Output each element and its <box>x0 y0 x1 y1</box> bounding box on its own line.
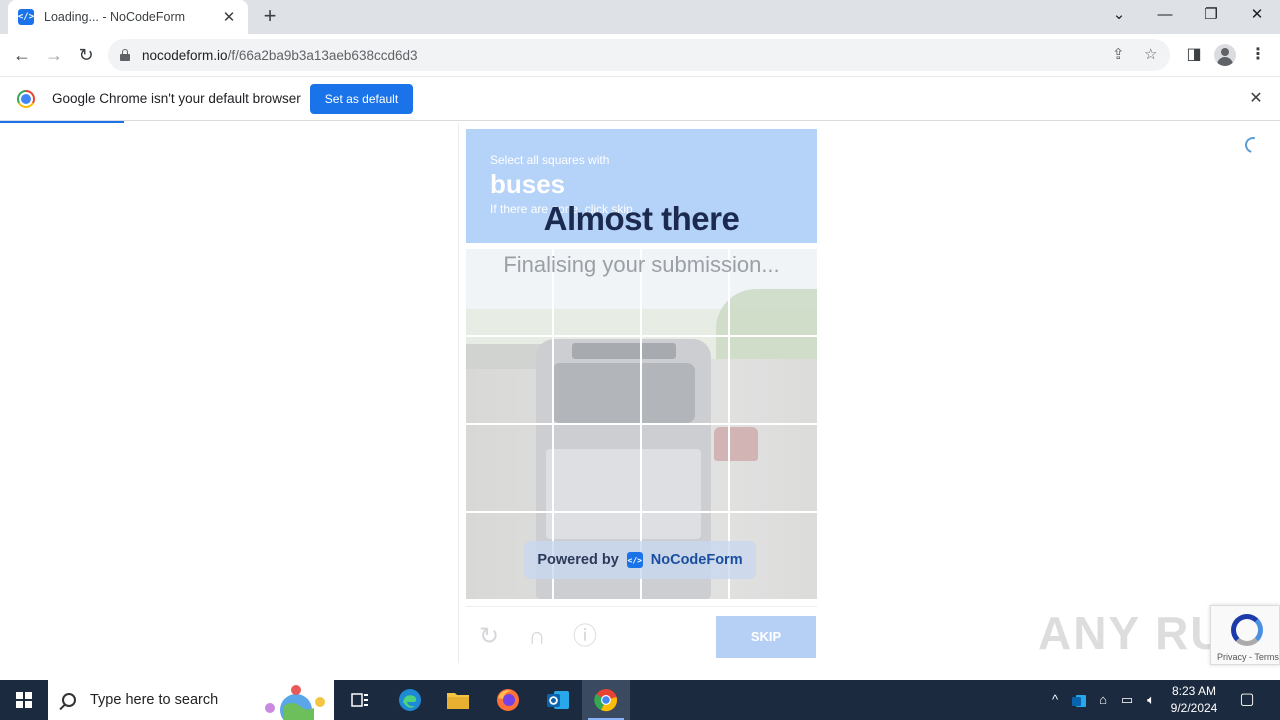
nocodeform-favicon-icon: </> <box>18 9 34 25</box>
tray-device-icon[interactable]: ⌂ <box>1094 680 1112 720</box>
captcha-target-word: buses <box>490 169 566 199</box>
tab-close-icon[interactable]: ✕ <box>220 8 238 26</box>
minimize-icon[interactable]: — <box>1142 0 1188 30</box>
overlay-heading: Almost there <box>543 200 740 237</box>
skip-button[interactable]: SKIP <box>716 616 816 658</box>
nocodeform-logo-icon: </> <box>626 552 643 568</box>
refresh-icon[interactable]: ↻ <box>474 622 504 652</box>
recaptcha-badge[interactable]: Privacy - Terms <box>1210 605 1280 665</box>
file-explorer-icon[interactable] <box>434 680 482 720</box>
new-tab-button[interactable]: + <box>258 4 282 28</box>
profile-icon[interactable] <box>1214 44 1236 66</box>
notifications-icon[interactable]: ▢ <box>1236 680 1258 720</box>
search-placeholder: Type here to search <box>90 692 219 708</box>
edge-icon[interactable] <box>386 680 434 720</box>
recaptcha-logo-icon <box>1231 614 1263 646</box>
tab-strip: </> Loading... - NoCodeForm ✕ + ⌄ — ❐ ✕ <box>0 0 1280 34</box>
powered-by-label: Powered by <box>537 552 619 568</box>
kebab-menu-icon[interactable]: ⋮ <box>1244 41 1272 69</box>
grid-line <box>466 423 817 425</box>
browser-tab[interactable]: </> Loading... - NoCodeForm ✕ <box>8 0 248 34</box>
star-icon[interactable]: ☆ <box>1144 39 1157 71</box>
sidepanel-icon[interactable]: ◨ <box>1180 41 1208 69</box>
tab-search-chevron-down-icon[interactable]: ⌄ <box>1096 0 1142 30</box>
address-bar[interactable]: nocodeform.io/f/66a2ba9b3a13aeb638ccd6d3… <box>108 39 1170 71</box>
captcha-instruction: Select all squares with <box>490 153 610 167</box>
tray-overflow-chevron-up-icon[interactable]: ^ <box>1046 680 1064 720</box>
tray-volume-icon[interactable]: 🔈︎ <box>1142 680 1160 720</box>
headphones-icon[interactable]: ∩ <box>522 622 552 652</box>
captcha-footer-divider <box>466 606 817 607</box>
taskbar-clock[interactable]: 8:23 AM 9/2/2024 <box>1160 683 1228 717</box>
windows-taskbar: Type here to search ^ ⌂ ▭ 🔈︎ 8:23 AM 9/2… <box>0 680 1280 720</box>
divider <box>458 123 459 663</box>
window-close-icon[interactable]: ✕ <box>1234 0 1280 30</box>
share-icon[interactable]: ⇪ <box>1112 39 1125 71</box>
tray-outlook-icon[interactable] <box>1070 680 1088 720</box>
grid-line <box>466 511 817 513</box>
tab-title: Loading... - NoCodeForm <box>44 10 186 24</box>
infobar-close-icon[interactable]: ✕ <box>1246 89 1266 109</box>
recaptcha-terms[interactable]: Privacy - Terms <box>1217 652 1279 662</box>
reload-icon[interactable]: ↻ <box>72 41 100 69</box>
browser-toolbar: ← → ↻ nocodeform.io/f/66a2ba9b3a13aeb638… <box>0 34 1280 77</box>
back-icon[interactable]: ← <box>8 41 36 69</box>
info-icon[interactable]: ⓘ <box>570 622 600 652</box>
lock-icon[interactable] <box>120 49 130 61</box>
infobar-message: Google Chrome isn't your default browser <box>52 91 301 106</box>
powered-by-brand: NoCodeForm <box>650 552 743 568</box>
task-view-icon[interactable] <box>336 680 384 720</box>
set-as-default-button[interactable]: Set as default <box>310 84 413 114</box>
clock-time: 8:23 AM <box>1171 684 1217 698</box>
overlay-subheading: Finalising your submission... <box>503 252 780 277</box>
grid-line <box>466 335 817 337</box>
forward-icon[interactable]: → <box>40 41 68 69</box>
clock-date: 9/2/2024 <box>1170 701 1218 715</box>
restore-icon[interactable]: ❐ <box>1188 0 1234 30</box>
search-highlight-illustration-icon <box>265 685 325 720</box>
chrome-logo-icon <box>17 90 35 108</box>
url-path: /f/66a2ba9b3a13aeb638ccd6d3 <box>227 47 418 63</box>
default-browser-infobar: Google Chrome isn't your default browser <box>0 77 1280 121</box>
outlook-icon[interactable] <box>534 680 582 720</box>
url-host: nocodeform.io <box>142 47 228 63</box>
search-icon <box>62 693 76 707</box>
firefox-icon[interactable] <box>484 680 532 720</box>
windows-start-icon[interactable] <box>0 680 48 720</box>
tray-network-icon[interactable]: ▭ <box>1118 680 1136 720</box>
powered-by-badge[interactable]: Powered by </> NoCodeForm <box>524 541 756 579</box>
chrome-icon[interactable] <box>582 680 630 720</box>
